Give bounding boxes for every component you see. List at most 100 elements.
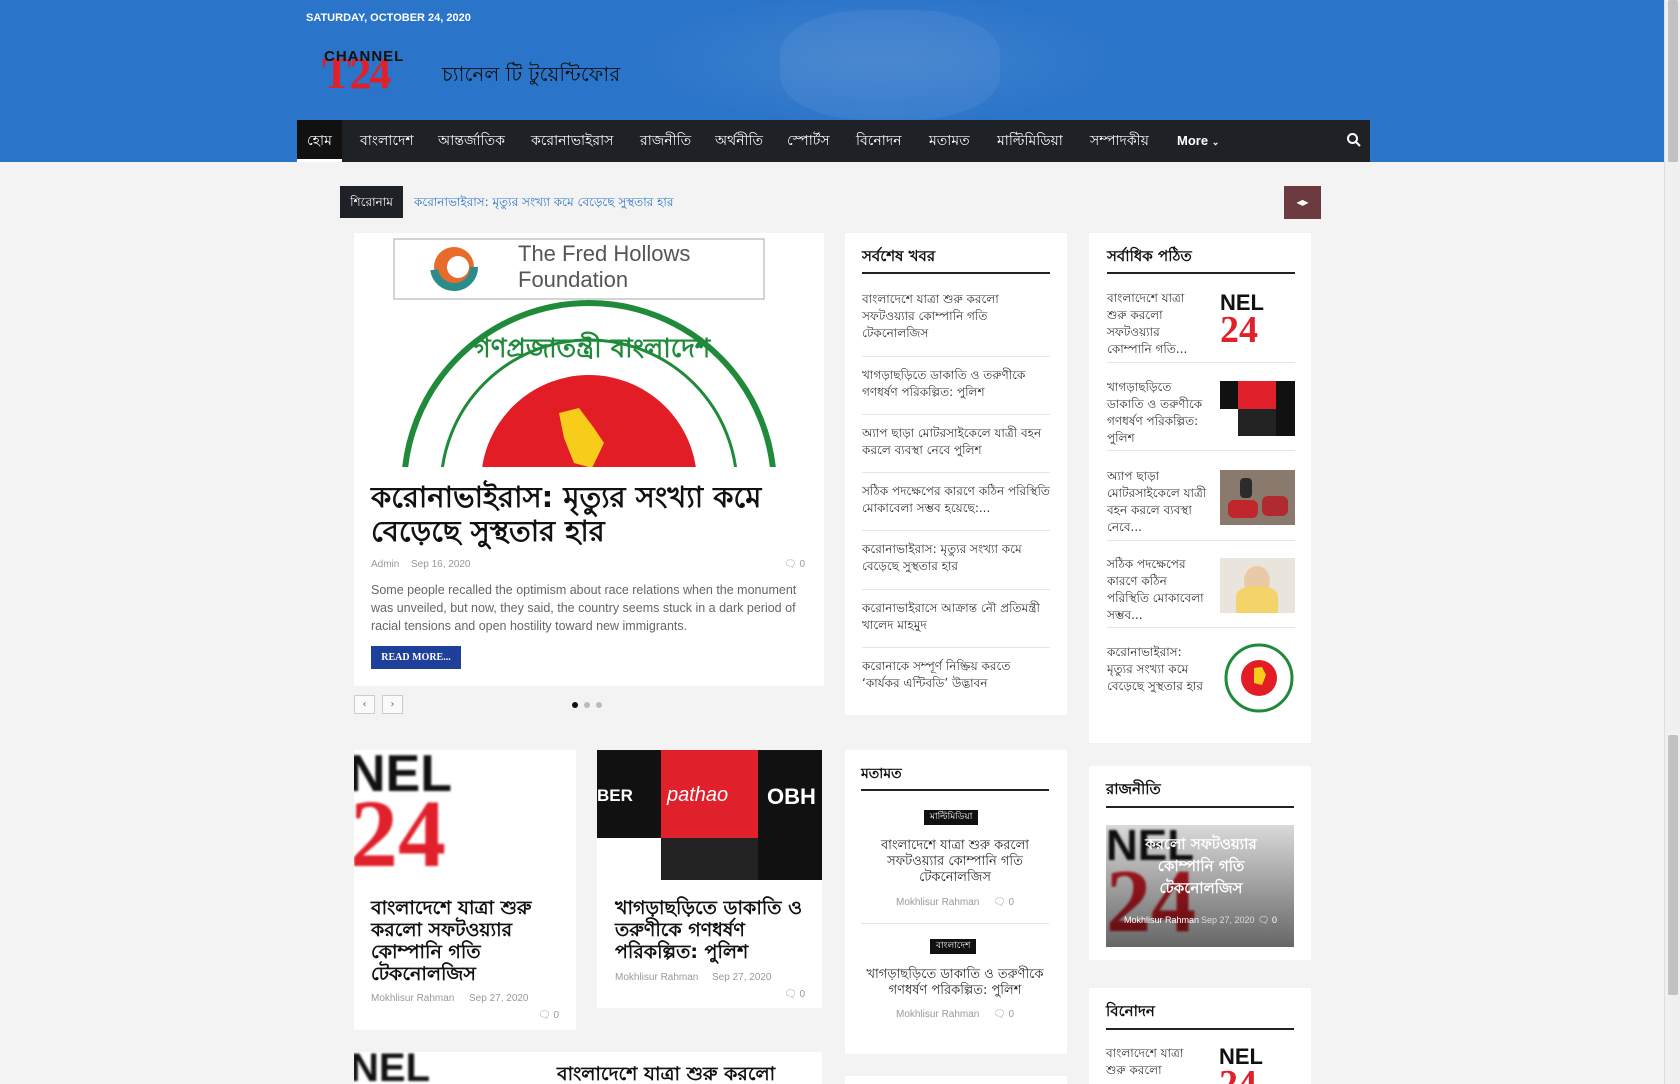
latest-item[interactable]: করোনাভাইরাস: মৃত্যুর সংখ্যা কমে বেড়েছে … xyxy=(862,541,1050,575)
latest-item[interactable]: করোনাভাইরাসে আক্রান্ত নৌ প্রতিমন্ত্রী খা… xyxy=(862,600,1050,634)
search-icon[interactable] xyxy=(1346,132,1362,148)
site-logo[interactable]: T24 CHANNEL চ্যানেল টি টুয়েন্টিফোর xyxy=(320,46,640,96)
nav-more-label: More xyxy=(1177,133,1209,148)
news-card-author[interactable]: Mokhlisur Rahman xyxy=(615,972,698,983)
nav-item-bangladesh[interactable]: বাংলাদেশ xyxy=(360,120,414,162)
opinion-author[interactable]: Mokhlisur Rahman xyxy=(896,897,979,908)
comment-icon: 🗨 xyxy=(1258,915,1270,925)
entertainment-title: বিনোদন xyxy=(1106,1002,1155,1020)
nav-item-sports[interactable]: স্পোর্টস xyxy=(787,120,830,162)
bottom-news-image[interactable]: NEL xyxy=(354,1052,514,1084)
scrollbar-thumb-upper[interactable] xyxy=(1668,0,1678,162)
opinion-title: মতামত xyxy=(861,766,902,782)
header-map-decoration-2 xyxy=(780,10,1000,120)
most-read-item[interactable]: করোনাভাইরাস: মৃত্যুর সংখ্যা কমে বেড়েছে … xyxy=(1107,644,1207,695)
most-read-item[interactable]: অ্যাপ ছাড়া মোটরসাইকেলে যাত্রী বহন করলে … xyxy=(1107,468,1207,536)
news-card-title[interactable]: খাগড়াছড়িতে ডাকাতি ও তরুণীকে গণধর্ষণ পর… xyxy=(615,897,810,963)
latest-item[interactable]: করোনাকে সম্পূর্ণ নিষ্ক্রিয় করতে ‘কার্যক… xyxy=(862,658,1050,692)
chevron-right-icon[interactable]: ▸ xyxy=(1303,195,1309,209)
next-widget xyxy=(845,1076,1067,1084)
hero-author[interactable]: Admin xyxy=(371,559,399,570)
most-read-thumbnail[interactable] xyxy=(1220,381,1295,436)
nav-item-entertainment[interactable]: বিনোদন xyxy=(856,120,902,162)
latest-item[interactable]: বাংলাদেশে যাত্রা শুরু করলো সফটওয়্যার কো… xyxy=(862,291,1050,342)
divider xyxy=(862,414,1050,415)
opinion-item-title[interactable]: বাংলাদেশে যাত্রা শুরু করলো সফটওয়্যার কো… xyxy=(861,838,1049,886)
news-card-author[interactable]: Mokhlisur Rahman xyxy=(371,993,454,1004)
card-obh-text: OBH xyxy=(767,784,816,809)
opinion-author[interactable]: Mokhlisur Rahman xyxy=(896,1009,979,1020)
most-read-item[interactable]: সঠিক পদক্ষেপের কারণে কঠিন পরিস্থিতি মোকা… xyxy=(1107,556,1207,624)
latest-news-underline xyxy=(862,272,1050,274)
opinion-comment-count: 0 xyxy=(1008,897,1015,908)
seal-thumbnail-graphic xyxy=(1224,643,1294,713)
politics-overlay-title[interactable]: করলো সফটওয়্যার কোম্পানি গতি টেকনোলজিস xyxy=(1126,833,1276,899)
most-read-thumbnail[interactable] xyxy=(1224,643,1294,713)
opinion-comments[interactable]: 🗨 0 xyxy=(993,1009,1014,1020)
vertical-scrollbar[interactable] xyxy=(1664,0,1680,1084)
bottom-nel-text: NEL xyxy=(354,1052,430,1084)
nav-item-home[interactable]: হোম xyxy=(297,120,342,162)
opinion-item-title[interactable]: খাগড়াছড়িতে ডাকাতি ও তরুণীকে গণধর্ষণ পর… xyxy=(861,967,1049,999)
nav-item-coronavirus[interactable]: করোনাভাইরাস xyxy=(531,120,613,162)
card-pathao-text: pathao xyxy=(667,784,729,806)
nav-item-editorial[interactable]: সম্পাদকীয় xyxy=(1090,120,1149,162)
divider xyxy=(862,530,1050,531)
latest-news-title: সর্বশেষ খবর xyxy=(862,247,936,265)
nav-item-economy[interactable]: অর্থনীতি xyxy=(715,120,763,162)
bottom-news-title[interactable]: বাংলাদেশে যাত্রা শুরু করলো xyxy=(557,1063,817,1084)
main-nav: হোম বাংলাদেশ আন্তর্জাতিক করোনাভাইরাস রাজ… xyxy=(297,120,1370,162)
news-card-comments[interactable]: 🗨 0 xyxy=(784,989,805,1000)
hero-title[interactable]: করোনাভাইরাস: মৃত্যুর সংখ্যা কমে বেড়েছে … xyxy=(371,480,791,548)
news-card-image[interactable]: BER pathao OBH xyxy=(597,750,822,880)
slider-next-button[interactable]: › xyxy=(382,695,403,714)
comment-icon: 🗨 xyxy=(538,1010,551,1021)
read-more-button[interactable]: READ MORE... xyxy=(371,646,461,669)
nav-item-international[interactable]: আন্তর্জাতিক xyxy=(438,120,505,162)
politics-underline xyxy=(1106,806,1294,808)
most-read-item[interactable]: বাংলাদেশে যাত্রা শুরু করলো সফটওয়্যার কো… xyxy=(1107,290,1207,358)
comment-icon: 🗨 xyxy=(993,897,1006,908)
politics-featured-image[interactable]: NEL 24 করলো সফটওয়্যার কোম্পানি গতি টেকন… xyxy=(1106,825,1294,947)
latest-item[interactable]: অ্যাপ ছাড়া মোটরসাইকেলে যাত্রী বহন করলে … xyxy=(862,425,1050,459)
slider-dot-2[interactable] xyxy=(584,702,590,708)
most-read-thumbnail[interactable] xyxy=(1220,470,1295,525)
most-read-thumbnail[interactable]: NEL 24 xyxy=(1220,290,1295,347)
entertainment-thumbnail[interactable]: NEL 24 xyxy=(1219,1044,1294,1084)
hero-logo-text-1: The Fred Hollows xyxy=(518,241,691,266)
latest-item[interactable]: খাগড়াছড়িতে ডাকাতি ও তরুণীকে গণধর্ষণ পর… xyxy=(862,367,1050,401)
hero-logo-text-2: Foundation xyxy=(518,267,629,292)
ticker-headline[interactable]: করোনাভাইরাস: মৃত্যুর সংখ্যা কমে বেড়েছে … xyxy=(414,186,673,218)
news-card-comments[interactable]: 🗨 0 xyxy=(538,1010,559,1021)
hero-excerpt: Some people recalled the optimism about … xyxy=(371,583,797,633)
hero-image[interactable]: The Fred Hollows Foundation গণপ্রজাতন্ত্… xyxy=(354,233,824,467)
opinion-comments[interactable]: 🗨 0 xyxy=(993,897,1014,908)
most-read-item[interactable]: খাগড়াছড়িতে ডাকাতি ও তরুণীকে গণধর্ষণ পর… xyxy=(1107,379,1207,447)
ticker-controls[interactable]: ◂▸ xyxy=(1284,186,1321,219)
news-card-title[interactable]: বাংলাদেশে যাত্রা শুরু করলো সফটওয়্যার কো… xyxy=(371,897,561,985)
politics-author[interactable]: Mokhlisur Rahman xyxy=(1124,915,1199,925)
most-read-thumbnail[interactable] xyxy=(1220,558,1295,613)
nav-item-multimedia[interactable]: মাল্টিমিডিয়া xyxy=(997,120,1063,162)
hero-comments[interactable]: 🗨 0 xyxy=(784,559,805,570)
politics-date: Sep 27, 2020 xyxy=(1201,915,1255,925)
nav-item-opinion[interactable]: মতামত xyxy=(929,120,970,162)
thumb-24-text: 24 xyxy=(1220,309,1258,347)
divider xyxy=(1107,540,1295,541)
ticker-label: শিরোনাম xyxy=(340,186,403,218)
politics-comments[interactable]: 🗨 0 xyxy=(1258,915,1277,926)
divider xyxy=(862,472,1050,473)
nav-item-more[interactable]: More ⌄ xyxy=(1177,120,1219,162)
scrollbar-thumb[interactable] xyxy=(1668,735,1678,995)
entertainment-item[interactable]: বাংলাদেশে যাত্রা শুরু করলো xyxy=(1106,1045,1206,1079)
category-badge[interactable]: বাংলাদেশ xyxy=(930,939,977,954)
category-badge[interactable]: মাল্টিমিডিয়া xyxy=(924,810,979,825)
comment-icon: 🗨 xyxy=(993,1009,1006,1020)
slider-dot-3[interactable] xyxy=(596,702,602,708)
divider xyxy=(861,923,1049,924)
slider-dot-1[interactable] xyxy=(572,702,578,708)
news-card-image[interactable]: NEL 24 xyxy=(354,750,576,880)
nav-item-politics[interactable]: রাজনীতি xyxy=(640,120,691,162)
slider-prev-button[interactable]: ‹ xyxy=(354,695,375,714)
latest-item[interactable]: সঠিক পদক্ষেপের কারণে কঠিন পরিস্থিতি মোকা… xyxy=(862,483,1050,517)
